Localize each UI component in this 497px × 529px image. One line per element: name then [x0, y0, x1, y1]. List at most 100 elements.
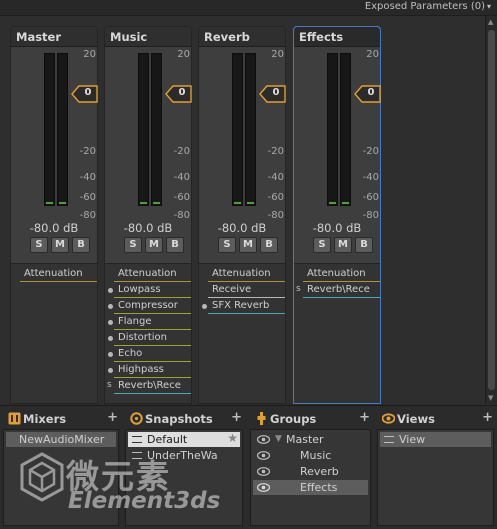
volume-fader-handle[interactable]: 0	[259, 85, 286, 103]
drag-handle-icon[interactable]	[384, 436, 394, 443]
solo-button[interactable]: S	[313, 237, 331, 253]
snapshot-icon	[130, 412, 143, 425]
scale-label: 20	[177, 49, 190, 60]
strip-master[interactable]: Master 20 0 -20 -40 -60 -80 0 -80.0 dB S…	[10, 26, 98, 404]
effect-receive[interactable]: Receive	[208, 282, 285, 298]
views-eye-icon	[382, 413, 395, 424]
bottom-panels: Mixers + NewAudioMixer Snapshots + Defau…	[0, 405, 497, 529]
effect-dot-icon	[108, 368, 113, 373]
meter-left	[327, 53, 338, 206]
drag-handle-icon[interactable]	[132, 436, 142, 443]
effect-sfx-reverb[interactable]: SFX Reverb	[208, 298, 285, 314]
add-mixer-button[interactable]: +	[107, 410, 118, 425]
scale-label: -60	[79, 192, 96, 203]
group-label: Music	[300, 449, 332, 462]
add-snapshot-button[interactable]: +	[231, 410, 242, 425]
snapshot-item[interactable]: UnderTheWa	[128, 448, 240, 463]
db-readout: -80.0 dB	[123, 221, 173, 235]
scale-label: -40	[79, 172, 96, 183]
scale-label: -40	[173, 172, 190, 183]
snapshots-list: Default ★ UnderTheWa	[125, 429, 243, 526]
group-label: Reverb	[300, 465, 339, 478]
effects-list: Attenuation Receive SFX Reverb	[199, 263, 285, 403]
snapshot-item-default[interactable]: Default ★	[128, 431, 240, 447]
drag-handle-icon[interactable]	[132, 452, 142, 459]
group-label: Effects	[300, 481, 338, 494]
level-meter	[138, 53, 164, 206]
strip-effects[interactable]: Effects 20 -20 -40 -60 -80 0 -80.0 dB S …	[293, 26, 381, 404]
groups-header: Groups +	[247, 410, 374, 427]
scroll-down-arrow-icon[interactable]: ▼	[488, 394, 493, 402]
bypass-button[interactable]: B	[166, 237, 184, 253]
scale-label: -80	[79, 210, 96, 221]
mixer-icon	[8, 412, 21, 425]
add-view-button[interactable]: +	[482, 410, 493, 425]
effect-compressor[interactable]: Compressor	[114, 298, 191, 314]
strip-title: Music	[105, 27, 191, 47]
scroll-up-arrow-icon[interactable]: ▲	[488, 18, 493, 26]
snapshots-panel: Snapshots + Default ★ UnderTheWa	[122, 406, 246, 529]
meter-left	[138, 53, 149, 206]
groups-title: Groups	[270, 412, 317, 426]
vertical-scrollbar[interactable]: ▲ ▼	[485, 16, 497, 404]
exposed-parameters-dropdown[interactable]: Exposed Parameters (0) ▾	[365, 1, 491, 12]
scale-label: -20	[362, 146, 379, 157]
effect-dot-icon	[108, 304, 113, 309]
db-scale: 20 -20 -40 -60 -80	[167, 45, 193, 221]
volume-fader-handle[interactable]: 0	[165, 85, 192, 103]
mute-button[interactable]: M	[334, 237, 352, 253]
group-item-effects[interactable]: Effects	[253, 480, 368, 495]
effect-lowpass[interactable]: Lowpass	[114, 282, 191, 298]
mute-button[interactable]: M	[239, 237, 257, 253]
group-item-reverb[interactable]: Reverb	[253, 464, 368, 479]
visibility-eye-icon[interactable]	[257, 467, 270, 476]
strip-title: Master	[11, 27, 97, 47]
group-item-master[interactable]: ▼ Master	[253, 432, 368, 447]
effect-attenuation[interactable]: Attenuation	[303, 266, 380, 282]
strip-reverb[interactable]: Reverb 20 -20 -40 -60 -80 0 -80.0 dB S M…	[198, 26, 286, 404]
snapshot-label: Default	[147, 433, 188, 446]
level-meter	[232, 53, 258, 206]
effect-reverb-send[interactable]: Reverb\Rece	[114, 378, 191, 394]
bypass-button[interactable]: B	[355, 237, 373, 253]
effect-reverb-send[interactable]: Reverb\Rece	[303, 282, 380, 298]
strip-music[interactable]: Music 20 -20 -40 -60 -80 0 -80.0 dB S M …	[104, 26, 192, 404]
group-item-music[interactable]: Music	[253, 448, 368, 463]
mute-button[interactable]: M	[51, 237, 69, 253]
visibility-eye-icon[interactable]	[257, 451, 270, 460]
effect-echo[interactable]: Echo	[114, 346, 191, 362]
meter-right	[245, 53, 256, 206]
expand-arrow-icon[interactable]: ▼	[275, 432, 282, 447]
scale-label: 20	[366, 49, 379, 60]
mute-button[interactable]: M	[145, 237, 163, 253]
effect-distortion[interactable]: Distortion	[114, 330, 191, 346]
mixers-title: Mixers	[23, 412, 67, 426]
effect-highpass[interactable]: Highpass	[114, 362, 191, 378]
mixer-item[interactable]: NewAudioMixer	[6, 432, 116, 447]
view-item[interactable]: View	[380, 432, 491, 447]
effect-flange[interactable]: Flange	[114, 314, 191, 330]
fader-value: 0	[272, 87, 280, 98]
mixers-list: NewAudioMixer	[3, 429, 119, 526]
effects-list: Attenuation s Reverb\Rece	[294, 263, 380, 403]
add-group-button[interactable]: +	[359, 410, 370, 425]
star-icon[interactable]: ★	[227, 431, 238, 446]
volume-fader-handle[interactable]: 0	[354, 85, 381, 103]
mixers-panel: Mixers + NewAudioMixer	[0, 406, 122, 529]
db-readout: -80.0 dB	[312, 221, 362, 235]
solo-button[interactable]: S	[30, 237, 48, 253]
solo-button[interactable]: S	[218, 237, 236, 253]
volume-fader-handle[interactable]: 0	[71, 85, 98, 103]
bypass-button[interactable]: B	[72, 237, 90, 253]
visibility-eye-icon[interactable]	[257, 435, 270, 444]
fader-value: 0	[367, 87, 375, 98]
effect-attenuation[interactable]: Attenuation	[114, 266, 191, 282]
visibility-eye-icon[interactable]	[257, 483, 270, 492]
effect-attenuation[interactable]: Attenuation	[208, 266, 285, 282]
bypass-button[interactable]: B	[260, 237, 278, 253]
effect-attenuation[interactable]: Attenuation	[20, 266, 97, 282]
solo-button[interactable]: S	[124, 237, 142, 253]
mixers-header: Mixers +	[0, 410, 122, 427]
scrollbar-thumb[interactable]	[488, 30, 495, 390]
views-list: View	[377, 429, 494, 526]
